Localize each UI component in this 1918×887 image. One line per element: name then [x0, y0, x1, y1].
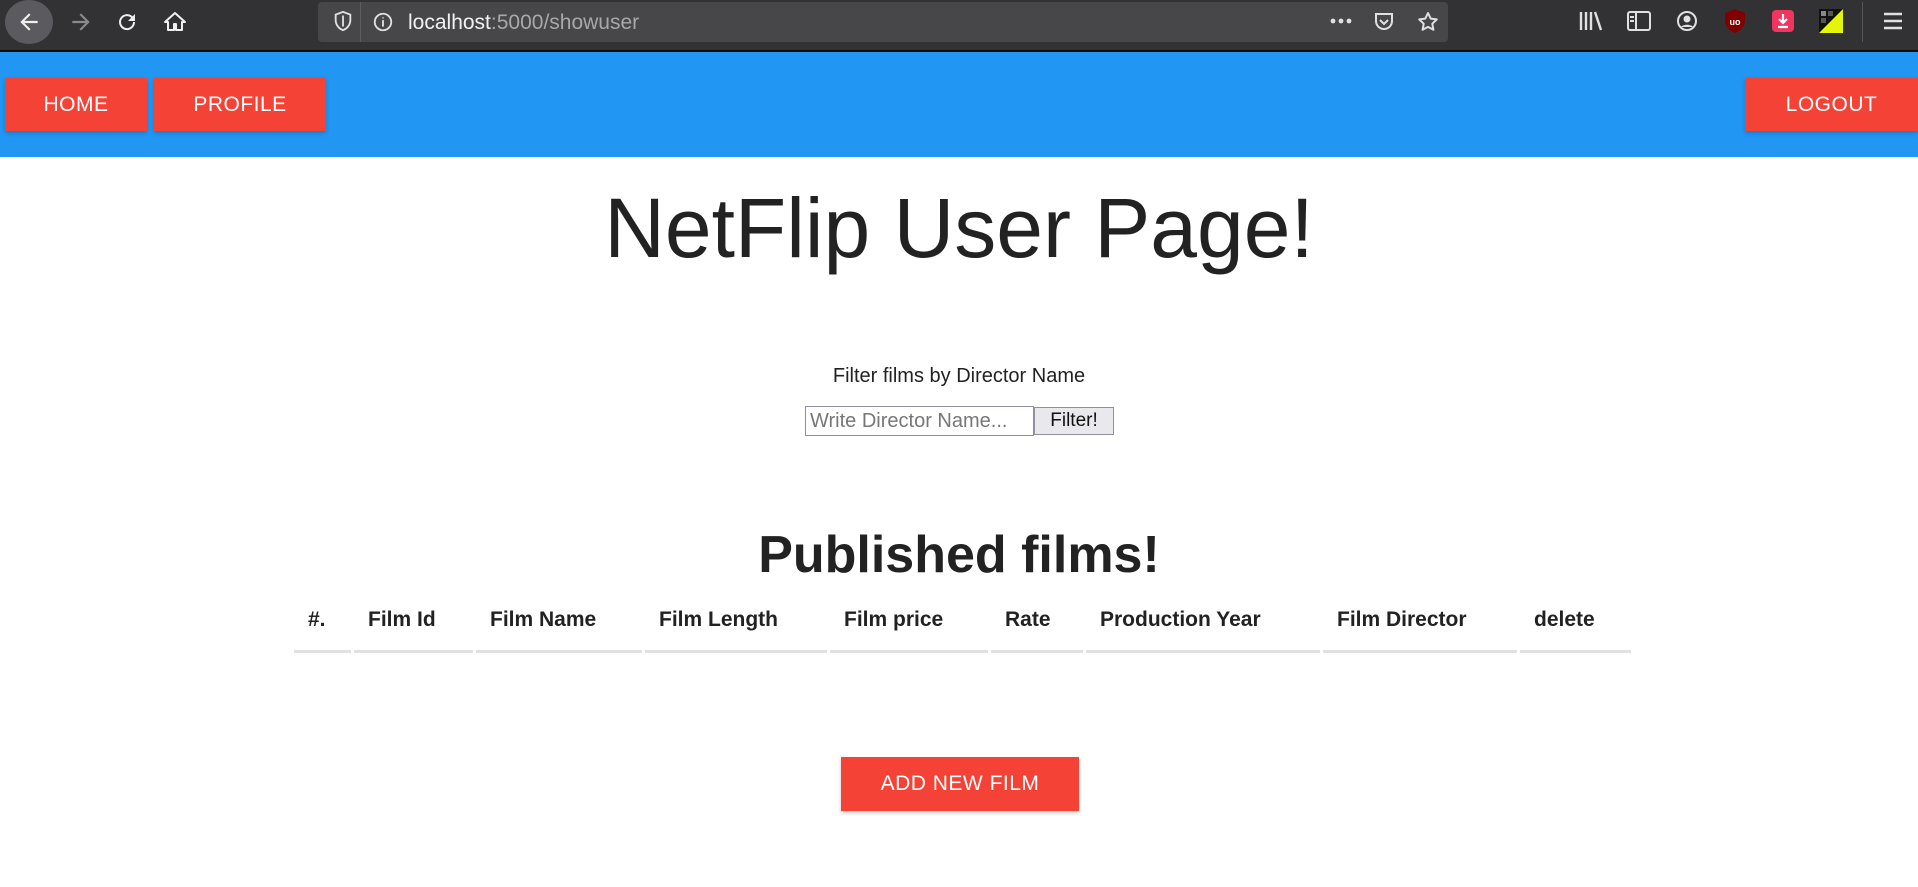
site-info-icon[interactable] [372, 11, 394, 38]
tracking-shield-icon[interactable] [332, 10, 354, 37]
column-header-index: #. [294, 600, 351, 653]
column-header-production-year: Production Year [1086, 600, 1320, 653]
column-header-film-director: Film Director [1323, 600, 1517, 653]
column-header-delete: delete [1520, 600, 1631, 653]
add-new-film-button[interactable]: ADD NEW FILM [841, 757, 1079, 811]
filter-button[interactable]: Filter! [1034, 407, 1114, 435]
director-filter-input[interactable] [805, 406, 1034, 436]
ublock-origin-icon[interactable]: uo [1722, 8, 1748, 34]
back-icon[interactable] [5, 0, 53, 44]
reload-icon[interactable] [104, 2, 150, 42]
download-extension-icon[interactable] [1770, 8, 1796, 34]
sidebar-icon[interactable] [1626, 8, 1652, 34]
profile-button[interactable]: PROFILE [154, 78, 326, 131]
filter-label: Filter films by Director Name [832, 365, 1086, 387]
films-table-header-row: #. Film Id Film Name Film Length Film pr… [294, 600, 1631, 653]
url-text[interactable]: localhost:5000/showuser [408, 11, 639, 35]
films-table: #. Film Id Film Name Film Length Film pr… [291, 600, 1634, 653]
films-section-title: Published films! [758, 526, 1160, 584]
page-title: NetFlip User Page! [604, 181, 1314, 275]
column-header-film-name: Film Name [476, 600, 642, 653]
column-header-film-id: Film Id [354, 600, 473, 653]
color-extension-icon[interactable] [1818, 8, 1844, 34]
more-actions-icon[interactable] [1328, 10, 1354, 37]
home-button[interactable]: HOME [5, 78, 147, 131]
svg-text:uo: uo [1730, 17, 1741, 27]
url-path: :5000/showuser [490, 11, 640, 34]
menu-icon[interactable] [1880, 8, 1906, 34]
url-bar[interactable]: localhost:5000/showuser [318, 2, 1448, 42]
url-host: localhost [408, 11, 491, 34]
library-icon[interactable] [1578, 8, 1604, 34]
column-header-film-length: Film Length [645, 600, 827, 653]
forward-icon[interactable] [58, 2, 104, 42]
account-icon[interactable] [1674, 8, 1700, 34]
column-header-film-price: Film price [830, 600, 988, 653]
top-nav-bar: HOME PROFILE LOGOUT [0, 52, 1918, 157]
bookmark-star-icon[interactable] [1416, 10, 1440, 39]
logout-button[interactable]: LOGOUT [1745, 78, 1918, 131]
url-separator [360, 2, 361, 42]
browser-toolbar: localhost:5000/showuser uo [0, 0, 1918, 52]
home-icon[interactable] [152, 2, 198, 42]
toolbar-separator [1862, 2, 1863, 42]
column-header-rate: Rate [991, 600, 1083, 653]
pocket-icon[interactable] [1372, 10, 1396, 39]
